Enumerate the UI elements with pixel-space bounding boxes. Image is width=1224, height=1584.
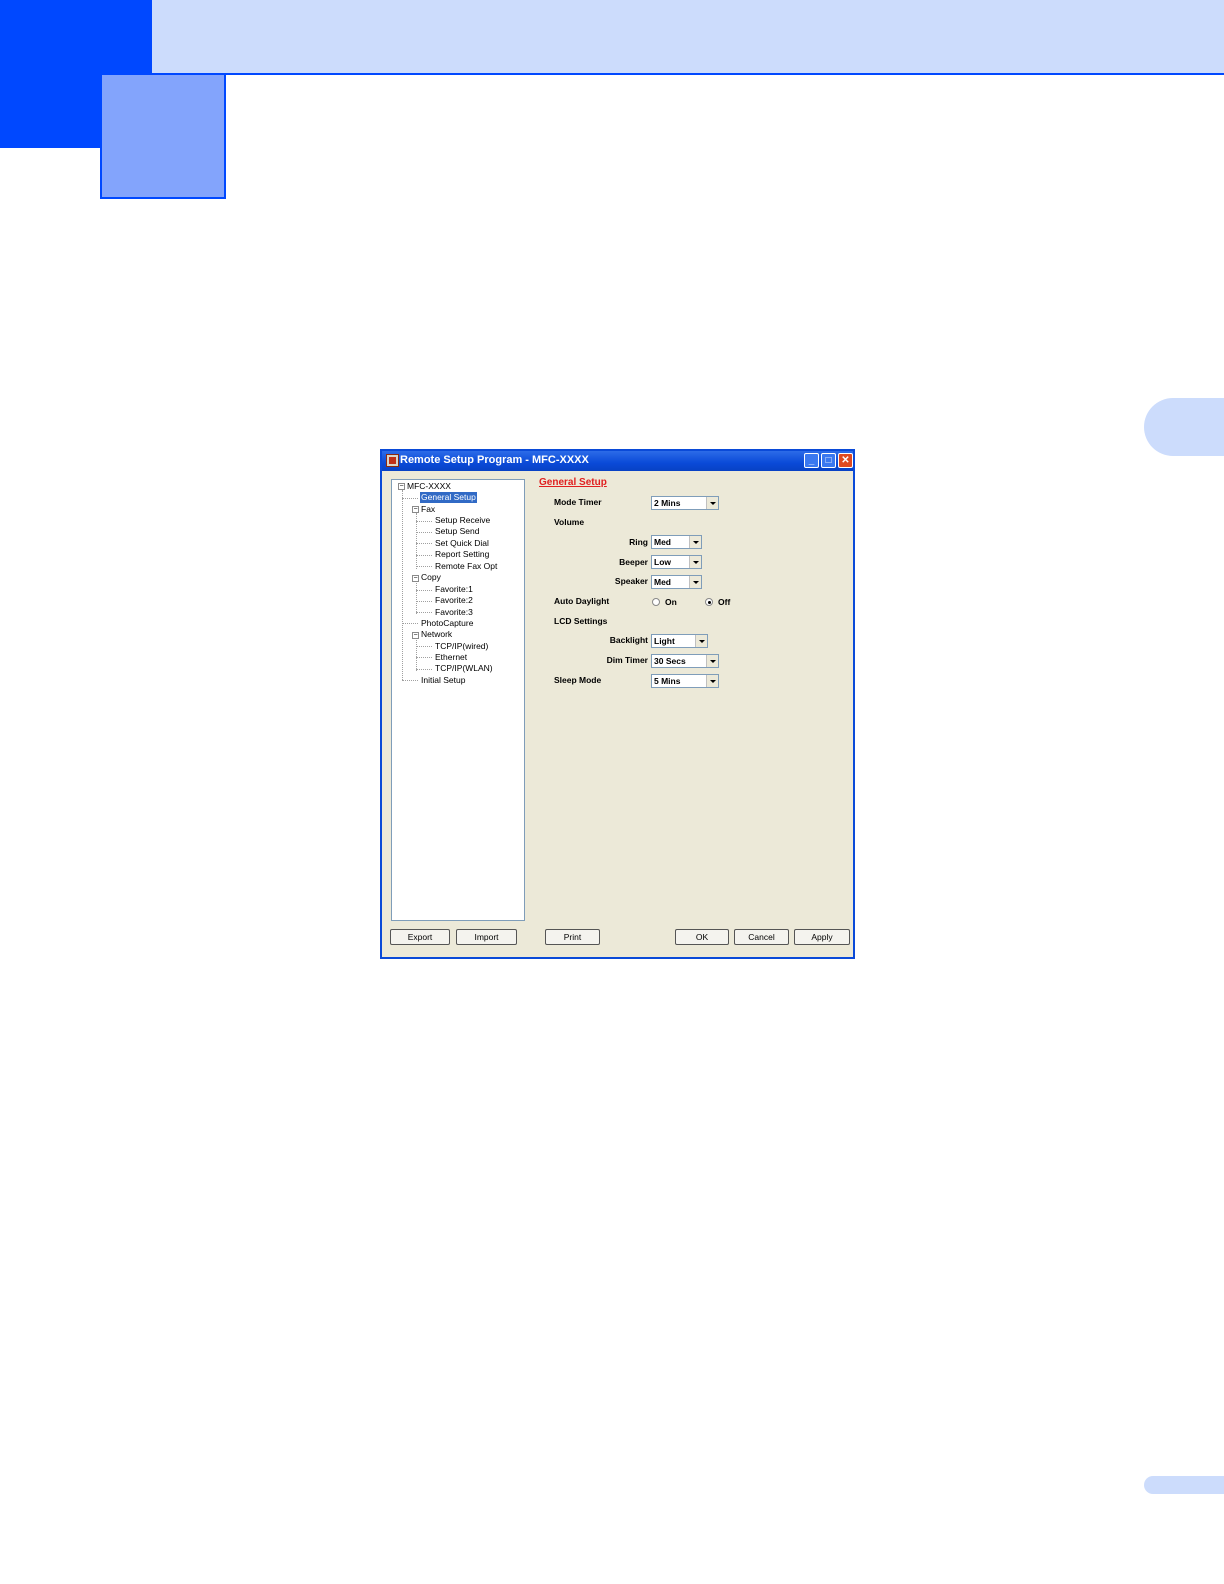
- app-icon: [386, 454, 399, 467]
- beeper-label: Beeper: [619, 557, 648, 567]
- mode-timer-value: 2 Mins: [654, 498, 681, 508]
- ring-select[interactable]: Med: [651, 535, 702, 549]
- auto-daylight-off-radio[interactable]: [705, 598, 713, 606]
- tree-item-report-setting[interactable]: Report Setting: [435, 549, 489, 560]
- maximize-button[interactable]: □: [821, 453, 836, 468]
- tree-item-setup-receive[interactable]: Setup Receive: [435, 515, 490, 526]
- tree-line: [416, 566, 432, 567]
- tree-line: [416, 612, 432, 613]
- mode-timer-label: Mode Timer: [554, 497, 602, 507]
- tree-line: [416, 657, 432, 658]
- dim-timer-select[interactable]: 30 Secs: [651, 654, 719, 668]
- auto-daylight-on-radio[interactable]: [652, 598, 660, 606]
- sleep-mode-label: Sleep Mode: [554, 675, 602, 685]
- ok-button[interactable]: OK: [675, 929, 729, 945]
- collapse-toggle-root[interactable]: −: [398, 483, 405, 490]
- panel-title: General Setup: [539, 477, 607, 488]
- sleep-mode-select[interactable]: 5 Mins: [651, 674, 719, 688]
- speaker-value: Med: [654, 577, 671, 587]
- collapse-toggle-fax[interactable]: −: [412, 506, 419, 513]
- speaker-label: Speaker: [614, 576, 648, 586]
- tree-line: [416, 669, 432, 670]
- tree-line: [402, 490, 403, 680]
- auto-daylight-off-label: Off: [718, 597, 731, 607]
- chevron-down-icon[interactable]: [689, 576, 701, 588]
- tree-item-set-quick-dial[interactable]: Set Quick Dial: [435, 538, 489, 549]
- tree-item-photocapture[interactable]: PhotoCapture: [421, 618, 473, 629]
- beeper-value: Low: [654, 557, 671, 567]
- auto-daylight-label: Auto Daylight: [554, 596, 610, 606]
- chevron-down-icon[interactable]: [706, 655, 718, 667]
- tree-item-favorite-1[interactable]: Favorite:1: [435, 584, 473, 595]
- backlight-select[interactable]: Light: [651, 634, 708, 648]
- ring-value: Med: [654, 537, 671, 547]
- tree-item-favorite-2[interactable]: Favorite:2: [435, 595, 473, 606]
- tree-line: [416, 521, 432, 522]
- chevron-down-icon[interactable]: [689, 536, 701, 548]
- title-bar[interactable]: Remote Setup Program - MFC-XXXX _ □ ✕: [382, 451, 853, 471]
- tree-line: [402, 623, 418, 624]
- apply-button[interactable]: Apply: [794, 929, 850, 945]
- header-band: [0, 0, 1224, 75]
- dim-timer-value: 30 Secs: [654, 656, 686, 666]
- tree-item-tcpip-wired[interactable]: TCP/IP(wired): [435, 641, 488, 652]
- tree-line: [416, 646, 432, 647]
- chapter-side-tab: [1144, 398, 1224, 456]
- tree-item-tcpip-wlan[interactable]: TCP/IP(WLAN): [435, 663, 493, 674]
- ring-label: Ring: [629, 537, 648, 547]
- tree-item-copy[interactable]: Copy: [421, 572, 441, 583]
- tree-item-ethernet[interactable]: Ethernet: [435, 652, 467, 663]
- tree-line: [416, 543, 432, 544]
- tree-line: [416, 601, 432, 602]
- tree-item-network[interactable]: Network: [421, 629, 452, 640]
- chevron-down-icon[interactable]: [689, 556, 701, 568]
- backlight-label: Backlight: [609, 635, 648, 645]
- auto-daylight-on-label: On: [665, 597, 677, 607]
- tree-item-general-setup[interactable]: General Setup: [420, 492, 477, 503]
- import-button[interactable]: Import: [456, 929, 517, 945]
- print-button[interactable]: Print: [545, 929, 600, 945]
- tree-item-root[interactable]: MFC-XXXX: [407, 481, 451, 492]
- minimize-button[interactable]: _: [804, 453, 819, 468]
- export-button[interactable]: Export: [390, 929, 450, 945]
- chevron-down-icon[interactable]: [706, 675, 718, 687]
- tree-line: [416, 555, 432, 556]
- tree-line: [416, 638, 417, 671]
- cancel-button[interactable]: Cancel: [734, 929, 789, 945]
- tree-item-remote-fax-opt[interactable]: Remote Fax Opt: [435, 561, 497, 572]
- lcd-settings-label: LCD Settings: [554, 616, 608, 626]
- tree-line: [402, 498, 418, 499]
- window-title: Remote Setup Program - MFC-XXXX: [400, 454, 589, 466]
- speaker-select[interactable]: Med: [651, 575, 702, 589]
- tree-item-initial-setup[interactable]: Initial Setup: [421, 675, 465, 686]
- remote-setup-window: Remote Setup Program - MFC-XXXX _ □ ✕ − …: [380, 449, 855, 959]
- chevron-down-icon[interactable]: [695, 635, 707, 647]
- close-button[interactable]: ✕: [838, 453, 853, 468]
- volume-label: Volume: [554, 517, 585, 527]
- collapse-toggle-network[interactable]: −: [412, 632, 419, 639]
- sleep-mode-value: 5 Mins: [654, 676, 681, 686]
- tree-line: [416, 532, 432, 533]
- collapse-toggle-copy[interactable]: −: [412, 575, 419, 582]
- tree-line: [402, 680, 418, 681]
- tree-item-favorite-3[interactable]: Favorite:3: [435, 607, 473, 618]
- tree-line: [416, 590, 432, 591]
- chapter-number-box: [100, 75, 226, 199]
- dim-timer-label: Dim Timer: [606, 655, 648, 665]
- beeper-select[interactable]: Low: [651, 555, 702, 569]
- tree-line: [416, 581, 417, 614]
- tree-item-setup-send[interactable]: Setup Send: [435, 526, 479, 537]
- mode-timer-select[interactable]: 2 Mins: [651, 496, 719, 510]
- tree-item-fax[interactable]: Fax: [421, 504, 435, 515]
- settings-tree: − MFC-XXXX General Setup − Fax Setup Rec…: [391, 479, 525, 921]
- backlight-value: Light: [654, 636, 675, 646]
- chevron-down-icon[interactable]: [706, 497, 718, 509]
- page-number-tab: [1144, 1476, 1224, 1494]
